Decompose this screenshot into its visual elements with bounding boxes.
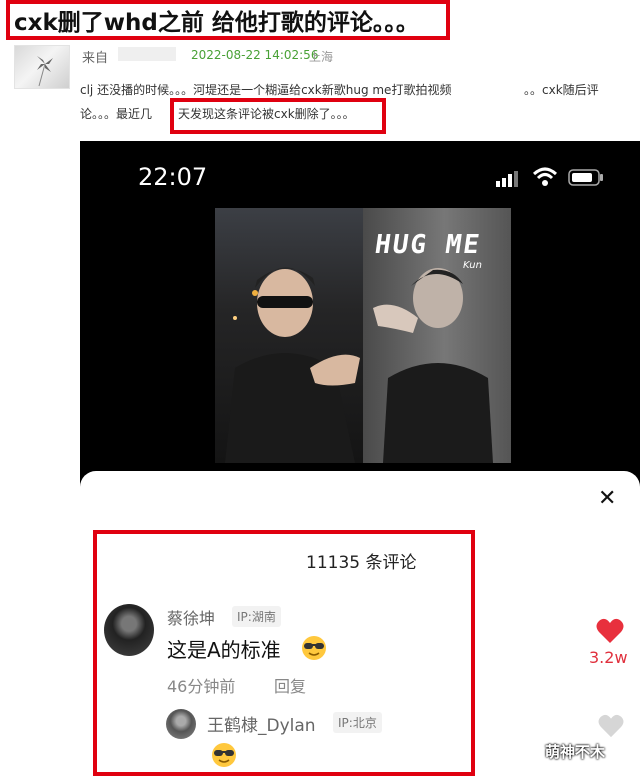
text-highlight-box (170, 98, 386, 134)
like-heart-icon[interactable] (598, 714, 624, 738)
like-heart-icon[interactable] (596, 618, 624, 644)
like-count: 3.2w (589, 648, 628, 667)
video-title-text: HUG ME (372, 230, 484, 260)
post-body-line2: 论。。。最近几 (80, 107, 153, 121)
watermark: 萌神不木 (545, 743, 606, 761)
headline-title: cxk删了whd之前 给他打歌的评论。。。 (14, 10, 419, 36)
video-thumbnail-left[interactable] (215, 208, 363, 463)
video-thumbnail-right[interactable]: HUG ME Kun (363, 208, 511, 463)
comments-highlight-box (93, 530, 475, 776)
close-icon[interactable]: ✕ (598, 486, 616, 511)
video-signature: Kun (463, 260, 482, 271)
status-clock: 22:07 (138, 163, 208, 191)
post-body-line1: clj 还没播的时候。。。河堤还是一个糊逼给cxk新歌hug me打歌拍视频 (80, 83, 452, 97)
signal-icon (496, 171, 518, 187)
post-timestamp: 2022-08-22 14:02:56 (191, 48, 319, 62)
post-location: 上海 (309, 50, 334, 64)
source-name-redacted (118, 47, 176, 61)
singer-photo-left (225, 267, 360, 463)
post-body-line1-tail: 。。cxk随后评 (524, 83, 599, 97)
wifi-icon (532, 167, 558, 186)
from-label: 来自 (82, 51, 109, 66)
poster-avatar[interactable] (14, 45, 70, 89)
pinwheel-icon (37, 56, 53, 87)
battery-icon (568, 169, 603, 186)
